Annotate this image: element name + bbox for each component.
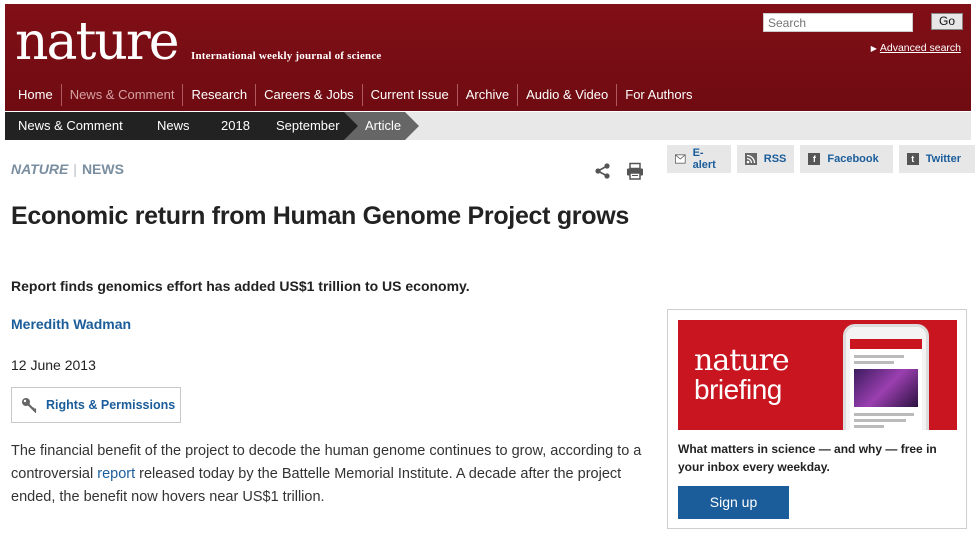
twitter-label: Twitter xyxy=(925,153,961,165)
rights-permissions-label: Rights & Permissions xyxy=(46,398,176,412)
search-input[interactable] xyxy=(763,13,913,32)
key-icon xyxy=(22,398,37,413)
nav-item-for-authors[interactable]: For Authors xyxy=(616,84,700,106)
briefing-title-briefing: briefing xyxy=(694,374,782,405)
phone-illustration xyxy=(843,324,929,430)
phone-text-line xyxy=(854,355,904,358)
briefing-description: What matters in science — and why — free… xyxy=(678,442,937,474)
advanced-search-link[interactable]: ▶ Advanced search xyxy=(871,42,961,54)
tagline: International weekly journal of science xyxy=(191,50,382,62)
sign-up-button[interactable]: Sign up xyxy=(678,486,789,519)
section-name[interactable]: NEWS xyxy=(82,161,124,177)
envelope-icon xyxy=(675,154,686,164)
phone-header-bar xyxy=(850,339,922,349)
nav-item-research[interactable]: Research xyxy=(182,84,255,106)
phone-text-line xyxy=(854,361,894,364)
phone-text-line xyxy=(854,413,914,416)
twitter-button[interactable]: t Twitter xyxy=(898,145,975,173)
phone-text-line xyxy=(854,419,906,422)
journal-name[interactable]: NATURE xyxy=(11,161,68,177)
article-kicker: NATURE | NEWS xyxy=(11,161,124,177)
nav-item-audio-video[interactable]: Audio & Video xyxy=(517,84,616,106)
article-standfirst: Report finds genomics effort has added U… xyxy=(11,278,470,294)
nature-logo[interactable]: nature xyxy=(15,12,180,72)
rss-button[interactable]: RSS xyxy=(736,145,795,173)
briefing-title-nature: nature xyxy=(694,343,790,378)
article-tools xyxy=(594,162,644,180)
publication-date: 12 June 2013 xyxy=(11,357,96,373)
nav-item-home[interactable]: Home xyxy=(10,84,61,106)
nav-item-current-issue[interactable]: Current Issue xyxy=(361,84,457,106)
facebook-label: Facebook xyxy=(827,153,879,165)
ealert-label: E-alert xyxy=(692,147,716,171)
breadcrumb-item-news-comment[interactable]: News & Comment xyxy=(5,112,146,140)
ealert-button[interactable]: E-alert xyxy=(667,145,731,173)
author-link[interactable]: Meredith Wadman xyxy=(11,316,131,332)
rss-label: RSS xyxy=(763,153,787,165)
print-icon[interactable] xyxy=(626,162,644,180)
share-icon[interactable] xyxy=(594,162,612,180)
briefing-banner[interactable]: nature briefing xyxy=(678,320,957,430)
breadcrumb: Article September 2018 News News & Comme… xyxy=(5,112,971,140)
share-bar: E-alert RSS f Facebook t Twitter xyxy=(667,145,975,173)
advanced-search-label: Advanced search xyxy=(879,42,961,54)
facebook-button[interactable]: f Facebook xyxy=(800,145,893,173)
article-headline: Economic return from Human Genome Projec… xyxy=(11,202,629,230)
main-nav: Home News & Comment Research Careers & J… xyxy=(10,80,700,110)
kicker-separator: | xyxy=(73,161,77,177)
article-body-paragraph: The financial benefit of the project to … xyxy=(11,440,651,509)
go-button[interactable]: Go xyxy=(931,13,963,30)
phone-article-image xyxy=(854,369,918,407)
nav-item-archive[interactable]: Archive xyxy=(456,84,517,106)
nature-briefing-promo: nature briefing What matters in science … xyxy=(667,309,967,529)
twitter-icon: t xyxy=(906,153,919,165)
phone-screen xyxy=(850,339,922,430)
phone-text-line xyxy=(854,425,884,428)
nav-item-careers-jobs[interactable]: Careers & Jobs xyxy=(255,84,362,106)
report-link[interactable]: report xyxy=(97,466,135,482)
triangle-right-icon: ▶ xyxy=(870,44,877,53)
masthead: nature International weekly journal of s… xyxy=(5,4,971,111)
page: nature International weekly journal of s… xyxy=(0,0,975,533)
rss-icon xyxy=(744,153,757,165)
facebook-icon: f xyxy=(808,153,821,165)
nav-item-news-comment[interactable]: News & Comment xyxy=(60,84,183,106)
rights-permissions-button[interactable]: Rights & Permissions xyxy=(11,387,181,423)
